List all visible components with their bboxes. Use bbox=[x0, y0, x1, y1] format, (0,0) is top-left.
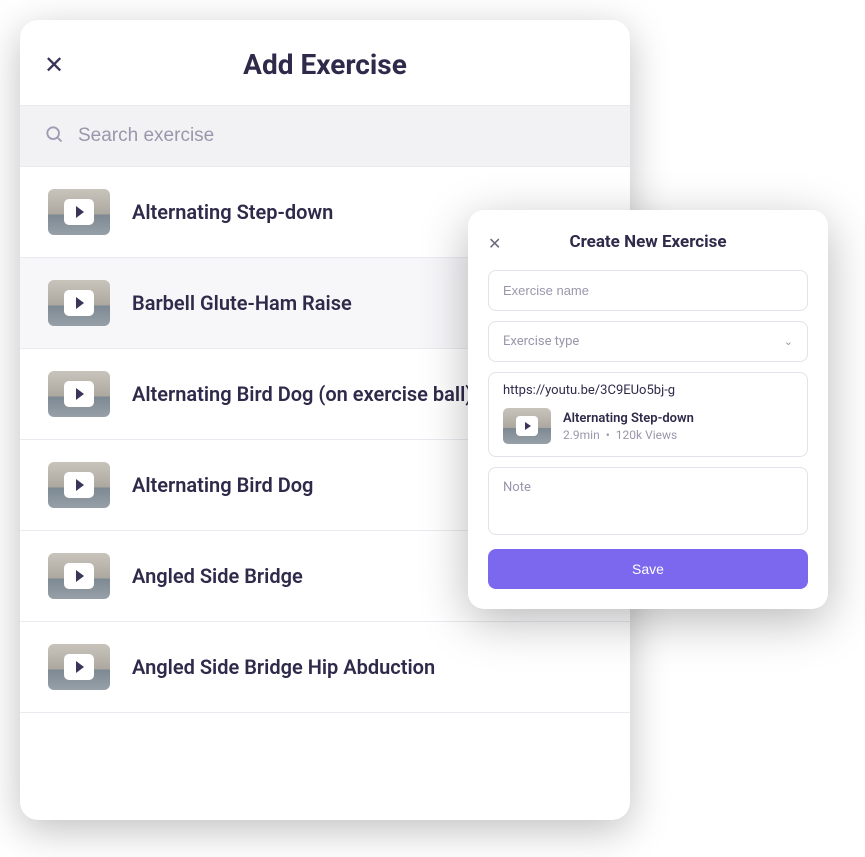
video-url-card: https://youtu.be/3C9EUo5bj-g Alternating… bbox=[488, 372, 808, 457]
play-icon bbox=[64, 654, 94, 680]
video-thumbnail bbox=[48, 189, 110, 235]
video-thumbnail bbox=[48, 280, 110, 326]
play-icon bbox=[64, 381, 94, 407]
play-icon bbox=[64, 472, 94, 498]
select-placeholder: Exercise type bbox=[503, 334, 579, 349]
video-preview: Alternating Step-down 2.9min•120k Views bbox=[503, 408, 793, 444]
exercise-type-select[interactable]: Exercise type ⌄ bbox=[488, 321, 808, 362]
search-input[interactable] bbox=[78, 125, 606, 147]
preview-text: Alternating Step-down 2.9min•120k Views bbox=[563, 411, 694, 442]
video-thumbnail bbox=[48, 371, 110, 417]
note-field[interactable] bbox=[488, 467, 808, 535]
create-exercise-modal: ✕ Create New Exercise Exercise type ⌄ ht… bbox=[468, 210, 828, 609]
exercise-label: Alternating Bird Dog bbox=[132, 473, 313, 497]
preview-views: 120k Views bbox=[616, 428, 677, 442]
exercise-label: Angled Side Bridge bbox=[132, 564, 303, 588]
video-thumbnail bbox=[48, 462, 110, 508]
chevron-down-icon: ⌄ bbox=[784, 335, 793, 348]
panel-title: Add Exercise bbox=[44, 48, 606, 81]
exercise-label: Alternating Step-down bbox=[132, 200, 333, 224]
search-bar[interactable] bbox=[20, 106, 630, 167]
exercise-name-field[interactable] bbox=[488, 270, 808, 311]
preview-meta: 2.9min•120k Views bbox=[563, 428, 694, 442]
panel-header: ✕ Add Exercise bbox=[20, 20, 630, 106]
video-thumbnail bbox=[503, 408, 551, 444]
play-icon bbox=[64, 563, 94, 589]
save-button[interactable]: Save bbox=[488, 549, 808, 589]
video-thumbnail bbox=[48, 553, 110, 599]
play-icon bbox=[64, 290, 94, 316]
list-item[interactable]: Angled Side Bridge Hip Abduction bbox=[20, 622, 630, 713]
modal-header: ✕ Create New Exercise bbox=[488, 232, 808, 252]
exercise-label: Angled Side Bridge Hip Abduction bbox=[132, 655, 435, 679]
url-value[interactable]: https://youtu.be/3C9EUo5bj-g bbox=[503, 383, 793, 398]
modal-title: Create New Exercise bbox=[488, 232, 808, 252]
play-icon bbox=[64, 199, 94, 225]
preview-title: Alternating Step-down bbox=[563, 411, 694, 426]
preview-duration: 2.9min bbox=[563, 428, 600, 442]
search-icon bbox=[44, 124, 64, 148]
play-icon bbox=[516, 416, 538, 436]
exercise-label: Alternating Bird Dog (on exercise ball) bbox=[132, 382, 472, 406]
video-thumbnail bbox=[48, 644, 110, 690]
close-icon[interactable]: ✕ bbox=[488, 234, 501, 253]
exercise-label: Barbell Glute-Ham Raise bbox=[132, 291, 352, 315]
close-icon[interactable]: ✕ bbox=[44, 51, 64, 79]
